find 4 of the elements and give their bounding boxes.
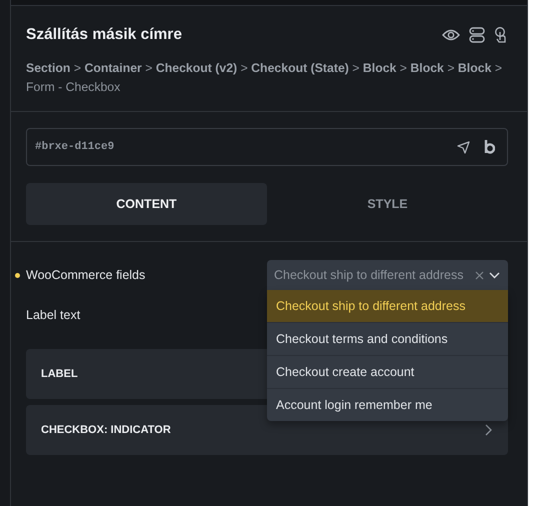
field-label: WooCommerce fields [26,268,146,282]
element-title: Szállítás másik címre [26,26,182,44]
field-label: Label text [26,308,82,322]
breadcrumb: Section > Container > Checkout (v2) > Checkout (State) > Block > Block > Block > Form - Checkbox [26,60,504,96]
